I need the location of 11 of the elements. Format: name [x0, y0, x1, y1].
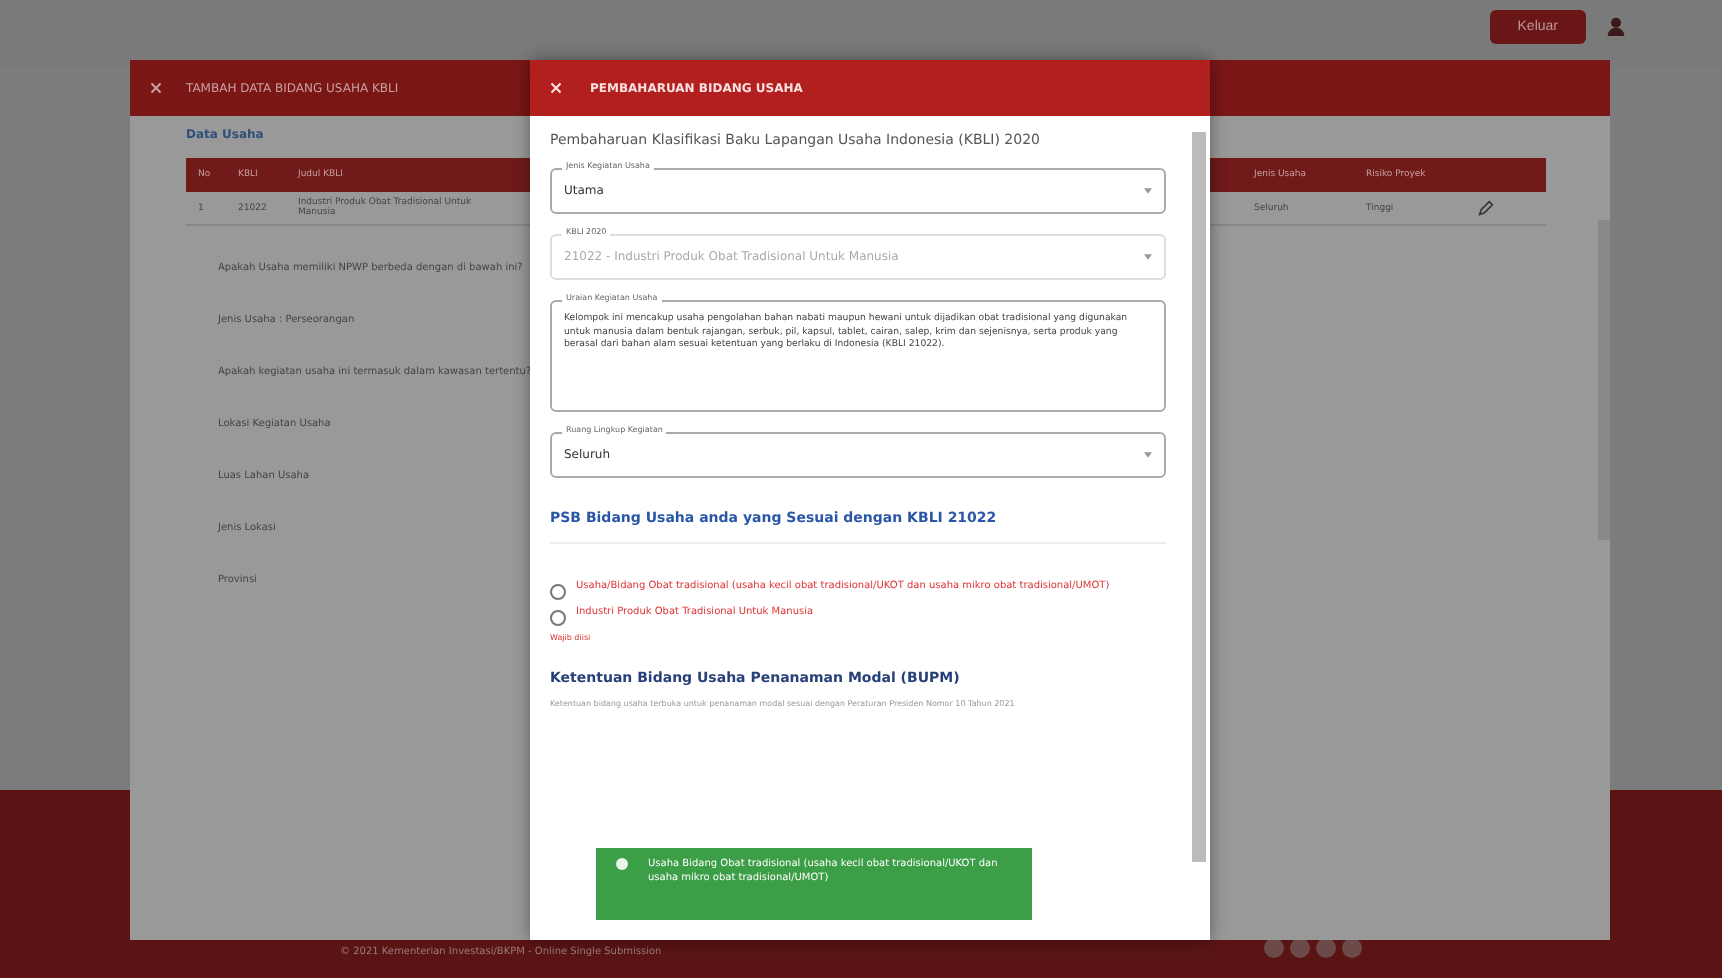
caret-icon — [1144, 452, 1152, 458]
edit-icon[interactable] — [1478, 200, 1494, 216]
caret-icon — [1144, 188, 1152, 194]
caret-icon — [1144, 254, 1152, 260]
user-icon[interactable] — [1606, 16, 1626, 36]
scrollbar[interactable] — [1598, 220, 1610, 540]
radio-button[interactable] — [550, 610, 566, 626]
scrollbar[interactable] — [1192, 132, 1206, 862]
close-icon[interactable] — [150, 82, 162, 94]
radio-button[interactable] — [550, 584, 566, 600]
info-icon — [616, 858, 628, 870]
